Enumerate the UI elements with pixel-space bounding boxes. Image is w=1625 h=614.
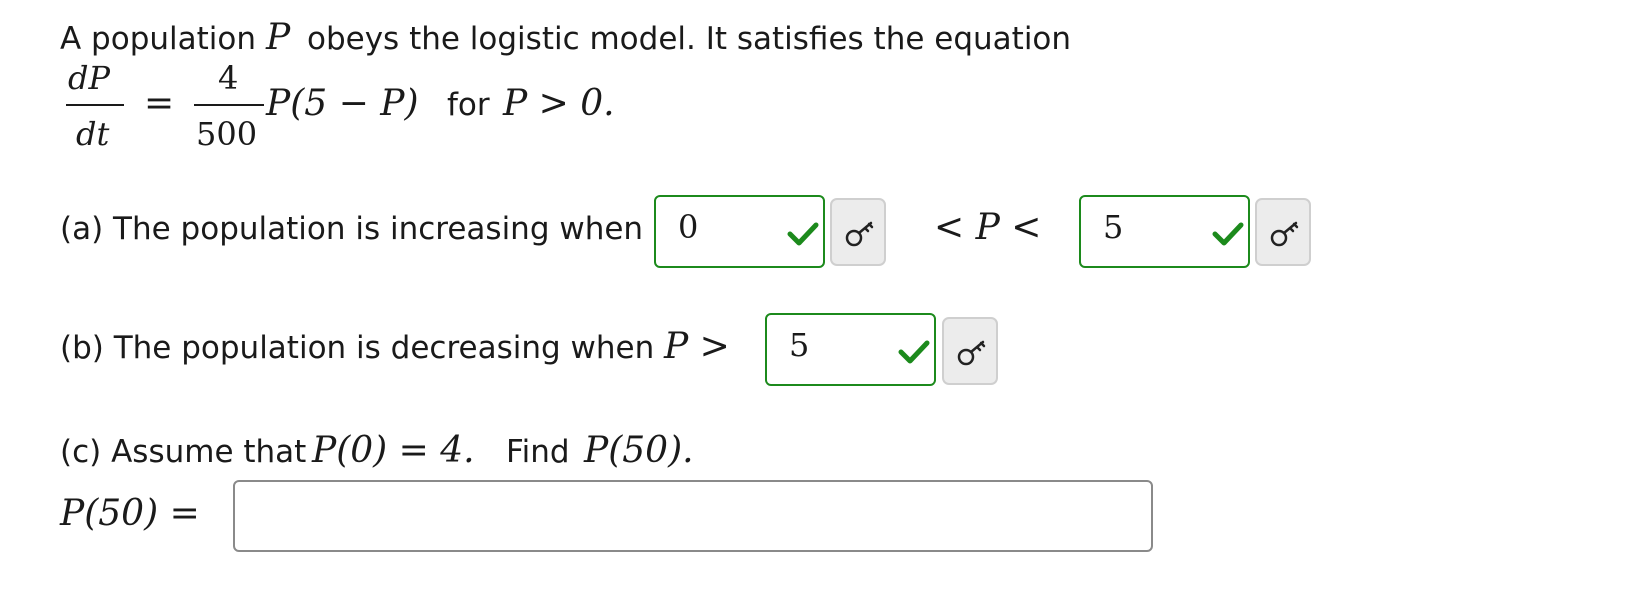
check-icon	[1212, 222, 1244, 246]
equation-condition: P > 0.	[503, 83, 615, 124]
coef-fraction-bar	[194, 104, 264, 106]
lhs-denominator: dt	[76, 115, 110, 153]
part-c-find-word: Find	[506, 434, 570, 470]
part-a-upper-answer-key-button[interactable]	[1255, 198, 1311, 266]
part-c-input-label: P(50) =	[60, 493, 200, 534]
part-b-answer-key-button[interactable]	[942, 317, 998, 385]
key-icon	[1270, 221, 1299, 247]
part-a-label: (a) The population is increasing when	[60, 211, 644, 247]
part-a-upper-answer-field[interactable]: 5	[1079, 195, 1250, 268]
intro-variable: P	[266, 17, 291, 58]
equals-sign: =	[144, 83, 175, 124]
lhs-fraction-bar	[66, 104, 124, 106]
key-icon	[845, 221, 874, 247]
part-a-lower-answer-value: 0	[678, 208, 699, 246]
part-c-answer-input[interactable]	[233, 480, 1153, 552]
part-b-answer-value: 5	[789, 326, 810, 364]
part-b-relation: P >	[664, 326, 730, 367]
part-a-upper-answer-value: 5	[1103, 208, 1124, 246]
part-b-answer-field[interactable]: 5	[765, 313, 936, 386]
coef-numerator: 4	[218, 59, 239, 97]
equation-expression: P(5 − P)	[266, 83, 419, 124]
part-a-lower-answer-field[interactable]: 0	[654, 195, 825, 268]
part-b-label: (b) The population is decreasing when	[60, 330, 655, 366]
part-a-lower-answer-key-button[interactable]	[830, 198, 886, 266]
check-icon	[898, 340, 930, 364]
equation-for-word: for	[447, 87, 490, 123]
key-icon	[957, 340, 986, 366]
intro-text-after: obeys the logistic model. It satisfies t…	[307, 21, 1072, 57]
part-c-initial-condition: P(0) = 4.	[312, 430, 475, 471]
check-icon	[787, 222, 819, 246]
part-a-between-relation: < P <	[934, 207, 1042, 248]
lhs-numerator: dP	[68, 59, 111, 97]
part-c-target: P(50).	[584, 430, 694, 471]
coef-denominator: 500	[196, 115, 258, 153]
part-c-label: (c) Assume that	[60, 434, 307, 470]
intro-text-before: A population	[60, 21, 257, 57]
